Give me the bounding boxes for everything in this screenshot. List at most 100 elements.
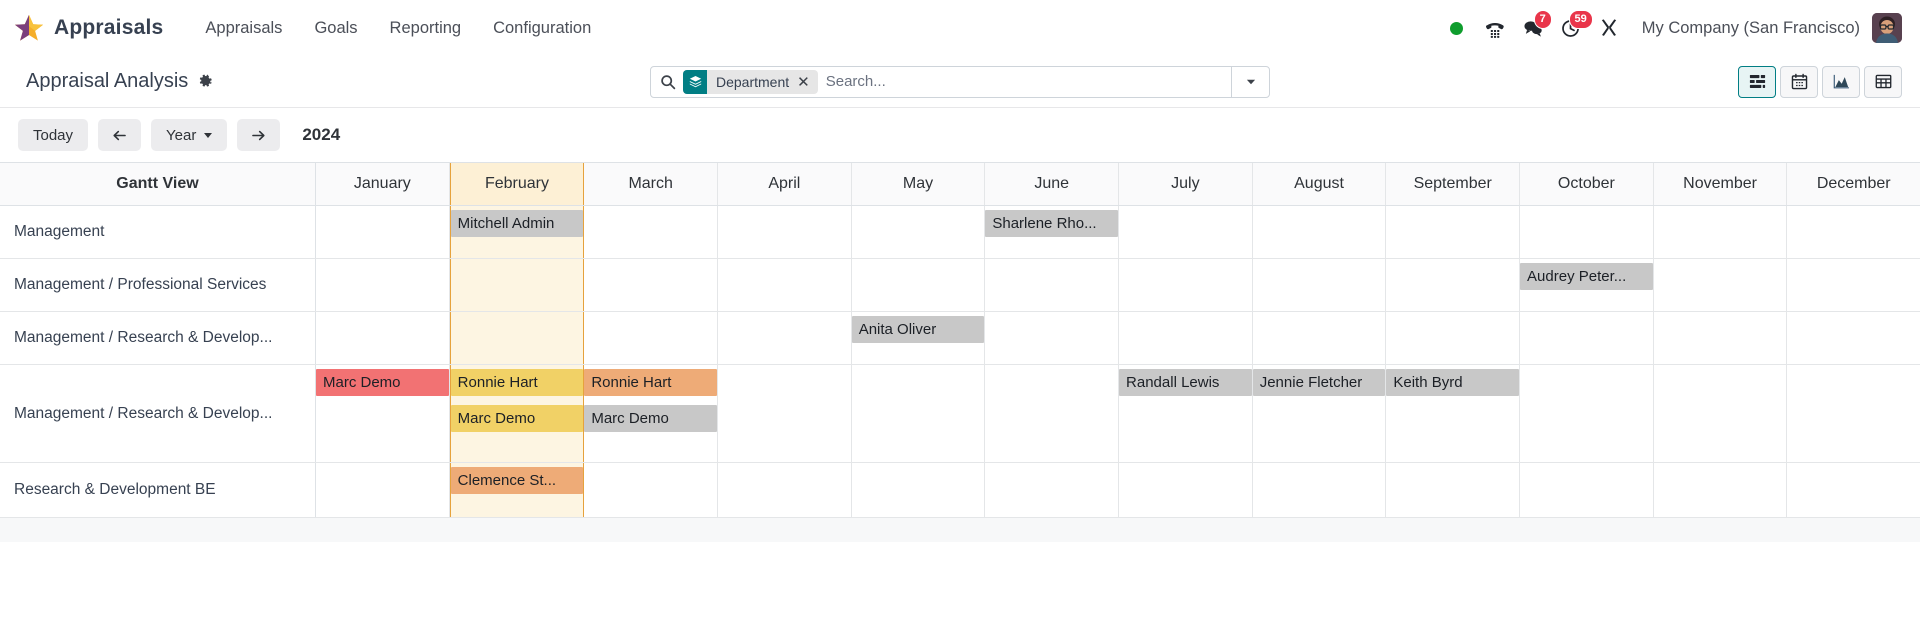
gantt-pill[interactable]: Jennie Fletcher xyxy=(1252,369,1386,396)
gantt-cell-july[interactable] xyxy=(1119,463,1253,517)
menu-item-appraisals[interactable]: Appraisals xyxy=(189,13,298,44)
gantt-cell-september[interactable]: Keith Byrd xyxy=(1386,365,1521,462)
gantt-cell-november[interactable] xyxy=(1654,463,1788,517)
gantt-cell-january[interactable] xyxy=(316,259,450,311)
gantt-cell-august[interactable] xyxy=(1253,312,1387,364)
view-button-calendar[interactable] xyxy=(1780,65,1818,98)
presence-online-dot-icon[interactable] xyxy=(1438,9,1476,47)
menu-item-configuration[interactable]: Configuration xyxy=(477,13,607,44)
gantt-pill[interactable]: Clemence St... xyxy=(450,467,584,494)
menu-item-reporting[interactable]: Reporting xyxy=(374,13,478,44)
activities-counter[interactable]: 59 xyxy=(1552,9,1593,47)
avatar[interactable] xyxy=(1872,13,1902,43)
gantt-pill[interactable]: Marc Demo xyxy=(450,405,584,432)
gantt-cell-august[interactable] xyxy=(1253,206,1387,258)
gantt-cell-october[interactable] xyxy=(1520,463,1654,517)
gantt-cell-may[interactable] xyxy=(852,259,986,311)
view-button-gantt[interactable] xyxy=(1738,65,1776,98)
gantt-cell-may[interactable]: Anita Oliver xyxy=(851,312,986,364)
gantt-cell-november[interactable] xyxy=(1654,365,1788,462)
gantt-cell-october[interactable] xyxy=(1520,365,1654,462)
gantt-cell-march[interactable] xyxy=(584,206,719,258)
gantt-cell-may[interactable] xyxy=(852,365,986,462)
gantt-cell-january[interactable] xyxy=(316,206,450,258)
gantt-cell-september[interactable] xyxy=(1386,206,1521,258)
gantt-cell-july[interactable] xyxy=(1119,259,1253,311)
gantt-cell-may[interactable] xyxy=(852,463,986,517)
gantt-cell-july[interactable]: Randall Lewis xyxy=(1119,365,1253,462)
gantt-cell-august[interactable] xyxy=(1253,463,1387,517)
tools-icon[interactable] xyxy=(1590,9,1628,47)
gantt-cell-september[interactable] xyxy=(1386,463,1521,517)
gantt-row-label[interactable]: Management / Research & Develop... xyxy=(0,365,316,462)
chevron-down-icon[interactable] xyxy=(1231,66,1269,97)
gantt-cell-january[interactable] xyxy=(316,312,450,364)
gantt-cell-april[interactable] xyxy=(718,312,852,364)
gantt-cell-december[interactable] xyxy=(1787,365,1920,462)
gantt-cell-december[interactable] xyxy=(1787,312,1920,364)
gantt-cell-september[interactable] xyxy=(1386,259,1521,311)
gantt-cell-june[interactable] xyxy=(985,312,1120,364)
view-button-pivot[interactable] xyxy=(1864,65,1902,98)
gantt-cell-march[interactable] xyxy=(584,259,719,311)
gantt-row-label[interactable]: Management / Research & Develop... xyxy=(0,312,316,364)
gantt-pill[interactable]: Ronnie Hart xyxy=(584,369,718,396)
gantt-cell-april[interactable] xyxy=(718,206,852,258)
voip-phone-icon[interactable] xyxy=(1476,9,1514,47)
gantt-cell-august[interactable]: Jennie Fletcher xyxy=(1252,365,1387,462)
search-facet-department[interactable]: Department ✕ xyxy=(683,69,818,94)
gantt-cell-july[interactable] xyxy=(1119,206,1253,258)
gantt-cell-february[interactable]: Mitchell Admin xyxy=(449,206,585,258)
gantt-cell-december[interactable] xyxy=(1787,206,1920,258)
gantt-cell-february[interactable]: Clemence St... xyxy=(449,463,585,517)
view-button-graph[interactable] xyxy=(1822,65,1860,98)
gantt-row-label[interactable]: Research & Development BE xyxy=(0,463,316,517)
gantt-pill[interactable]: Marc Demo xyxy=(584,405,718,432)
today-button[interactable]: Today xyxy=(18,119,89,151)
gantt-cell-july[interactable] xyxy=(1119,312,1253,364)
scale-selector[interactable]: Year xyxy=(151,119,228,151)
gantt-cell-november[interactable] xyxy=(1654,206,1788,258)
gantt-cell-february[interactable] xyxy=(449,259,585,311)
gantt-cell-may[interactable] xyxy=(852,206,986,258)
close-icon[interactable]: ✕ xyxy=(796,73,818,91)
company-switcher[interactable]: My Company (San Francisco) xyxy=(1642,19,1860,38)
gantt-cell-august[interactable] xyxy=(1253,259,1387,311)
messages-counter[interactable]: 7 xyxy=(1514,9,1552,47)
gantt-cell-february[interactable] xyxy=(449,312,585,364)
gantt-pill[interactable]: Sharlene Rho... xyxy=(985,210,1119,237)
gear-icon[interactable] xyxy=(198,74,213,89)
appraisals-star-logo[interactable] xyxy=(14,13,44,43)
gantt-cell-december[interactable] xyxy=(1787,463,1920,517)
gantt-pill[interactable]: Marc Demo xyxy=(316,369,449,396)
gantt-cell-june[interactable] xyxy=(985,463,1120,517)
gantt-cell-september[interactable] xyxy=(1386,312,1521,364)
gantt-cell-october[interactable]: Audrey Peter... xyxy=(1520,259,1654,311)
brand-title[interactable]: Appraisals xyxy=(54,16,163,40)
gantt-cell-march[interactable]: Ronnie Hart Marc Demo xyxy=(584,365,719,462)
gantt-cell-october[interactable] xyxy=(1520,312,1654,364)
gantt-pill[interactable]: Keith Byrd xyxy=(1386,369,1520,396)
previous-period-button[interactable] xyxy=(98,119,142,151)
menu-item-goals[interactable]: Goals xyxy=(298,13,373,44)
gantt-pill[interactable]: Mitchell Admin xyxy=(450,210,584,237)
gantt-pill[interactable]: Audrey Peter... xyxy=(1520,263,1653,290)
gantt-cell-january[interactable]: Marc Demo xyxy=(316,365,450,462)
gantt-cell-june[interactable] xyxy=(985,259,1120,311)
gantt-cell-march[interactable] xyxy=(584,463,719,517)
gantt-row-label[interactable]: Management / Professional Services xyxy=(0,259,316,311)
gantt-cell-october[interactable] xyxy=(1520,206,1654,258)
gantt-cell-november[interactable] xyxy=(1654,259,1788,311)
search-input[interactable] xyxy=(821,66,1231,97)
gantt-cell-april[interactable] xyxy=(718,463,852,517)
gantt-pill[interactable]: Ronnie Hart xyxy=(450,369,584,396)
gantt-cell-january[interactable] xyxy=(316,463,450,517)
gantt-row-label[interactable]: Management xyxy=(0,206,316,258)
gantt-cell-february[interactable]: Ronnie Hart Marc Demo xyxy=(449,365,585,462)
gantt-cell-april[interactable] xyxy=(718,259,852,311)
gantt-cell-march[interactable] xyxy=(584,312,719,364)
gantt-pill[interactable]: Anita Oliver xyxy=(851,316,985,343)
next-period-button[interactable] xyxy=(237,119,281,151)
gantt-cell-june[interactable] xyxy=(985,365,1120,462)
gantt-pill[interactable]: Randall Lewis xyxy=(1119,369,1252,396)
